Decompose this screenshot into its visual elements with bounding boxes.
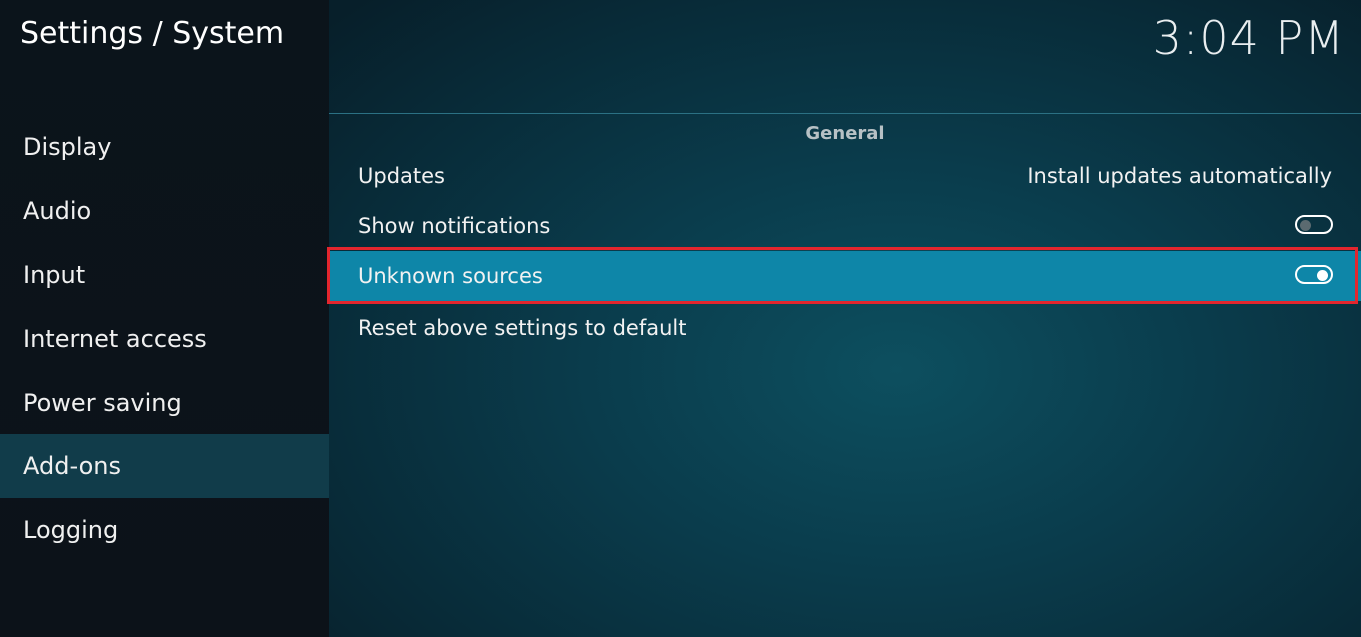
sidebar-item-label: Internet access [23,325,207,353]
sidebar: Settings / System Display Audio Input In… [0,0,329,637]
sidebar-item-add-ons[interactable]: Add-ons [0,434,329,498]
sidebar-item-label: Input [23,261,86,289]
setting-label: Unknown sources [358,264,543,288]
sidebar-item-power-saving[interactable]: Power saving [0,371,329,435]
setting-row-updates[interactable]: Updates Install updates automatically [329,151,1361,201]
sidebar-item-input[interactable]: Input [0,243,329,307]
sidebar-item-label: Logging [23,516,119,544]
setting-row-reset-defaults[interactable]: Reset above settings to default [329,303,1361,353]
sidebar-item-display[interactable]: Display [0,115,329,179]
clock: 3:04 PM [1152,11,1345,65]
setting-label: Show notifications [358,214,551,238]
setting-row-show-notifications[interactable]: Show notifications [329,201,1361,251]
setting-value: Install updates automatically [1027,164,1332,188]
sidebar-item-label: Display [23,133,112,161]
toggle-on-icon[interactable] [1295,265,1333,284]
header-divider [329,113,1361,114]
setting-row-unknown-sources[interactable]: Unknown sources [329,251,1361,301]
sidebar-item-logging[interactable]: Logging [0,498,329,562]
settings-panel: 3:04 PM General Updates Install updates … [329,0,1361,637]
sidebar-item-internet-access[interactable]: Internet access [0,307,329,371]
setting-label: Updates [358,164,445,188]
section-title: General [805,123,885,144]
sidebar-item-label: Add-ons [23,452,121,480]
kodi-settings-screen: Settings / System Display Audio Input In… [0,0,1361,637]
sidebar-item-audio[interactable]: Audio [0,179,329,243]
toggle-knob [1300,219,1311,231]
page-title: Settings / System [20,16,285,51]
setting-label: Reset above settings to default [358,316,687,340]
sidebar-item-label: Audio [23,197,92,225]
toggle-off-icon[interactable] [1295,215,1333,234]
toggle-knob [1317,269,1328,281]
sidebar-item-label: Power saving [23,389,182,417]
